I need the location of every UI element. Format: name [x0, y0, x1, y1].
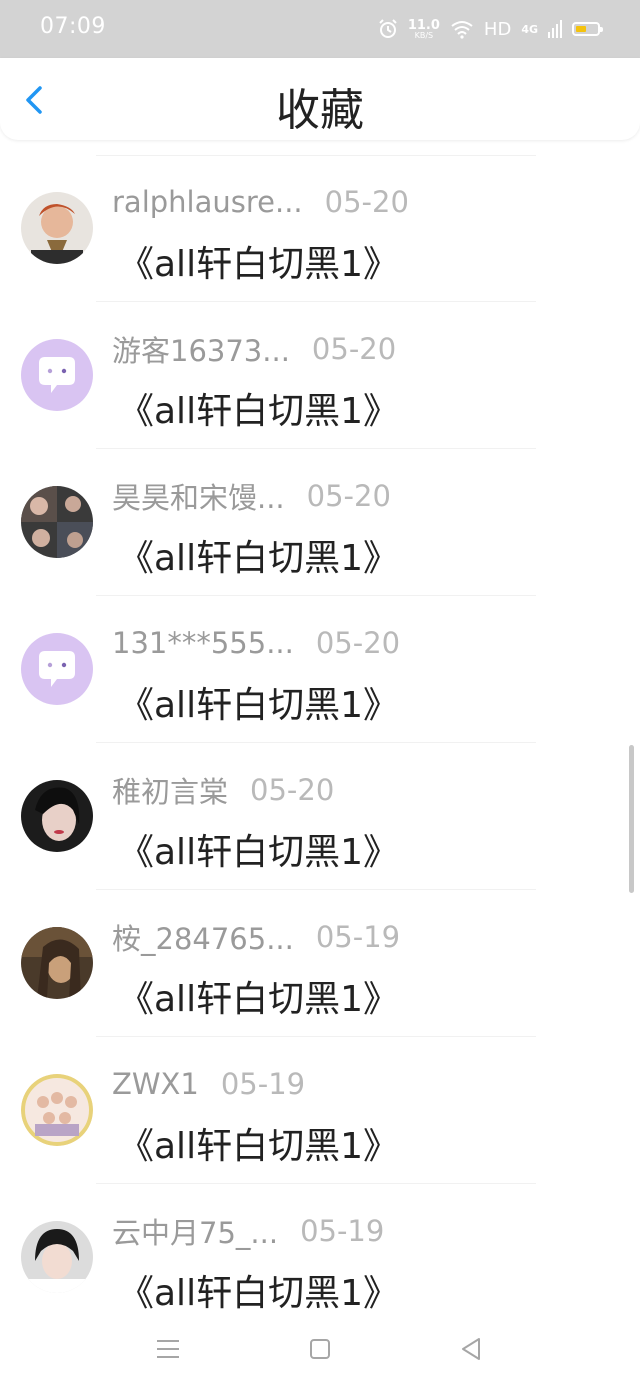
item-meta: ZWX1 05-19 — [112, 1067, 305, 1101]
item-meta: 游客16373... 05-20 — [112, 332, 397, 368]
battery-icon — [572, 22, 603, 36]
list-item[interactable]: ZWX1 05-19 《all轩白切黑1》 — [0, 1037, 640, 1184]
item-meta: 131***555... 05-20 — [112, 626, 400, 660]
date: 05-19 — [220, 1067, 306, 1101]
list-item[interactable]: 云中月75_... 05-19 《all轩白切黑1》 — [0, 1184, 640, 1331]
date: 05-20 — [311, 332, 397, 366]
username[interactable]: 昊昊和宋馒... — [112, 475, 285, 517]
status-time: 07:09 — [40, 14, 106, 39]
list-item[interactable]: 昊昊和宋馒... 05-20 《all轩白切黑1》 — [0, 449, 640, 596]
list-item[interactable]: 稚初言棠 05-20 《all轩白切黑1》 — [0, 743, 640, 890]
item-meta: 昊昊和宋馒... 05-20 — [112, 479, 391, 515]
item-meta: 云中月75_... 05-19 — [112, 1214, 385, 1250]
work-title[interactable]: 《all轩白切黑1》 — [118, 529, 399, 581]
work-title[interactable]: 《all轩白切黑1》 — [118, 382, 399, 434]
system-back-button[interactable] — [457, 1334, 487, 1364]
username[interactable]: ZWX1 — [112, 1067, 199, 1101]
list-item[interactable]: ralphlausre... 05-20 《all轩白切黑1》 — [0, 155, 640, 302]
alarm-icon — [379, 19, 397, 38]
username[interactable]: 桉_284765... — [112, 916, 294, 958]
work-title[interactable]: 《all轩白切黑1》 — [118, 676, 399, 728]
avatar[interactable] — [21, 1074, 93, 1146]
avatar[interactable] — [21, 780, 93, 852]
work-title[interactable]: 《all轩白切黑1》 — [118, 235, 399, 287]
back-triangle-icon — [462, 1338, 480, 1360]
date: 05-20 — [315, 626, 401, 660]
status-bar: 07:09 11.0 KB/S HD 4G — [0, 0, 640, 58]
status-icons: 11.0 KB/S HD 4G — [378, 14, 603, 44]
list-item[interactable]: 游客16373... 05-20 《all轩白切黑1》 — [0, 302, 640, 449]
signal-icon — [548, 20, 562, 38]
list-item[interactable]: 131***555... 05-20 《all轩白切黑1》 — [0, 596, 640, 743]
hd-indicator: HD — [483, 18, 512, 40]
wifi-icon — [451, 21, 473, 39]
list-item[interactable]: 桉_284765... 05-19 《all轩白切黑1》 — [0, 890, 640, 1037]
avatar[interactable] — [21, 339, 93, 411]
username[interactable]: 游客16373... — [112, 328, 290, 370]
menu-button[interactable] — [153, 1334, 183, 1364]
scrollbar[interactable] — [629, 745, 634, 893]
home-button[interactable] — [305, 1334, 335, 1364]
date: 05-20 — [324, 185, 409, 219]
avatar[interactable] — [21, 486, 93, 558]
avatar[interactable] — [21, 1221, 93, 1293]
item-meta: ralphlausre... 05-20 — [112, 185, 409, 219]
menu-icon — [157, 1340, 179, 1358]
date: 05-19 — [315, 920, 401, 954]
system-nav-bar — [0, 1320, 640, 1380]
page-title: 收藏 — [276, 85, 364, 136]
network-speed-unit: KB/S — [414, 30, 434, 40]
work-title[interactable]: 《all轩白切黑1》 — [118, 1264, 399, 1316]
favorites-list: ralphlausre... 05-20 《all轩白切黑1》 游客16373.… — [0, 155, 640, 1331]
network-speed: 11.0 KB/S — [408, 19, 440, 40]
avatar[interactable] — [21, 927, 93, 999]
date: 05-20 — [250, 773, 335, 807]
work-title[interactable]: 《all轩白切黑1》 — [118, 970, 399, 1022]
header: 收藏 — [0, 58, 640, 140]
work-title[interactable]: 《all轩白切黑1》 — [118, 823, 399, 875]
avatar[interactable] — [21, 633, 93, 705]
username[interactable]: ralphlausre... — [112, 185, 303, 219]
item-meta: 桉_284765... 05-19 — [112, 920, 401, 956]
network-type: 4G — [521, 22, 538, 36]
username[interactable]: 稚初言棠 — [112, 769, 228, 811]
avatar[interactable] — [21, 192, 93, 264]
work-title[interactable]: 《all轩白切黑1》 — [118, 1117, 399, 1169]
username[interactable]: 131***555... — [112, 626, 294, 660]
username[interactable]: 云中月75_... — [112, 1210, 278, 1252]
item-meta: 稚初言棠 05-20 — [112, 773, 335, 809]
home-square-icon — [310, 1339, 330, 1359]
network-speed-value: 11.0 — [407, 17, 440, 33]
date: 05-20 — [306, 479, 391, 513]
date: 05-19 — [300, 1214, 385, 1248]
